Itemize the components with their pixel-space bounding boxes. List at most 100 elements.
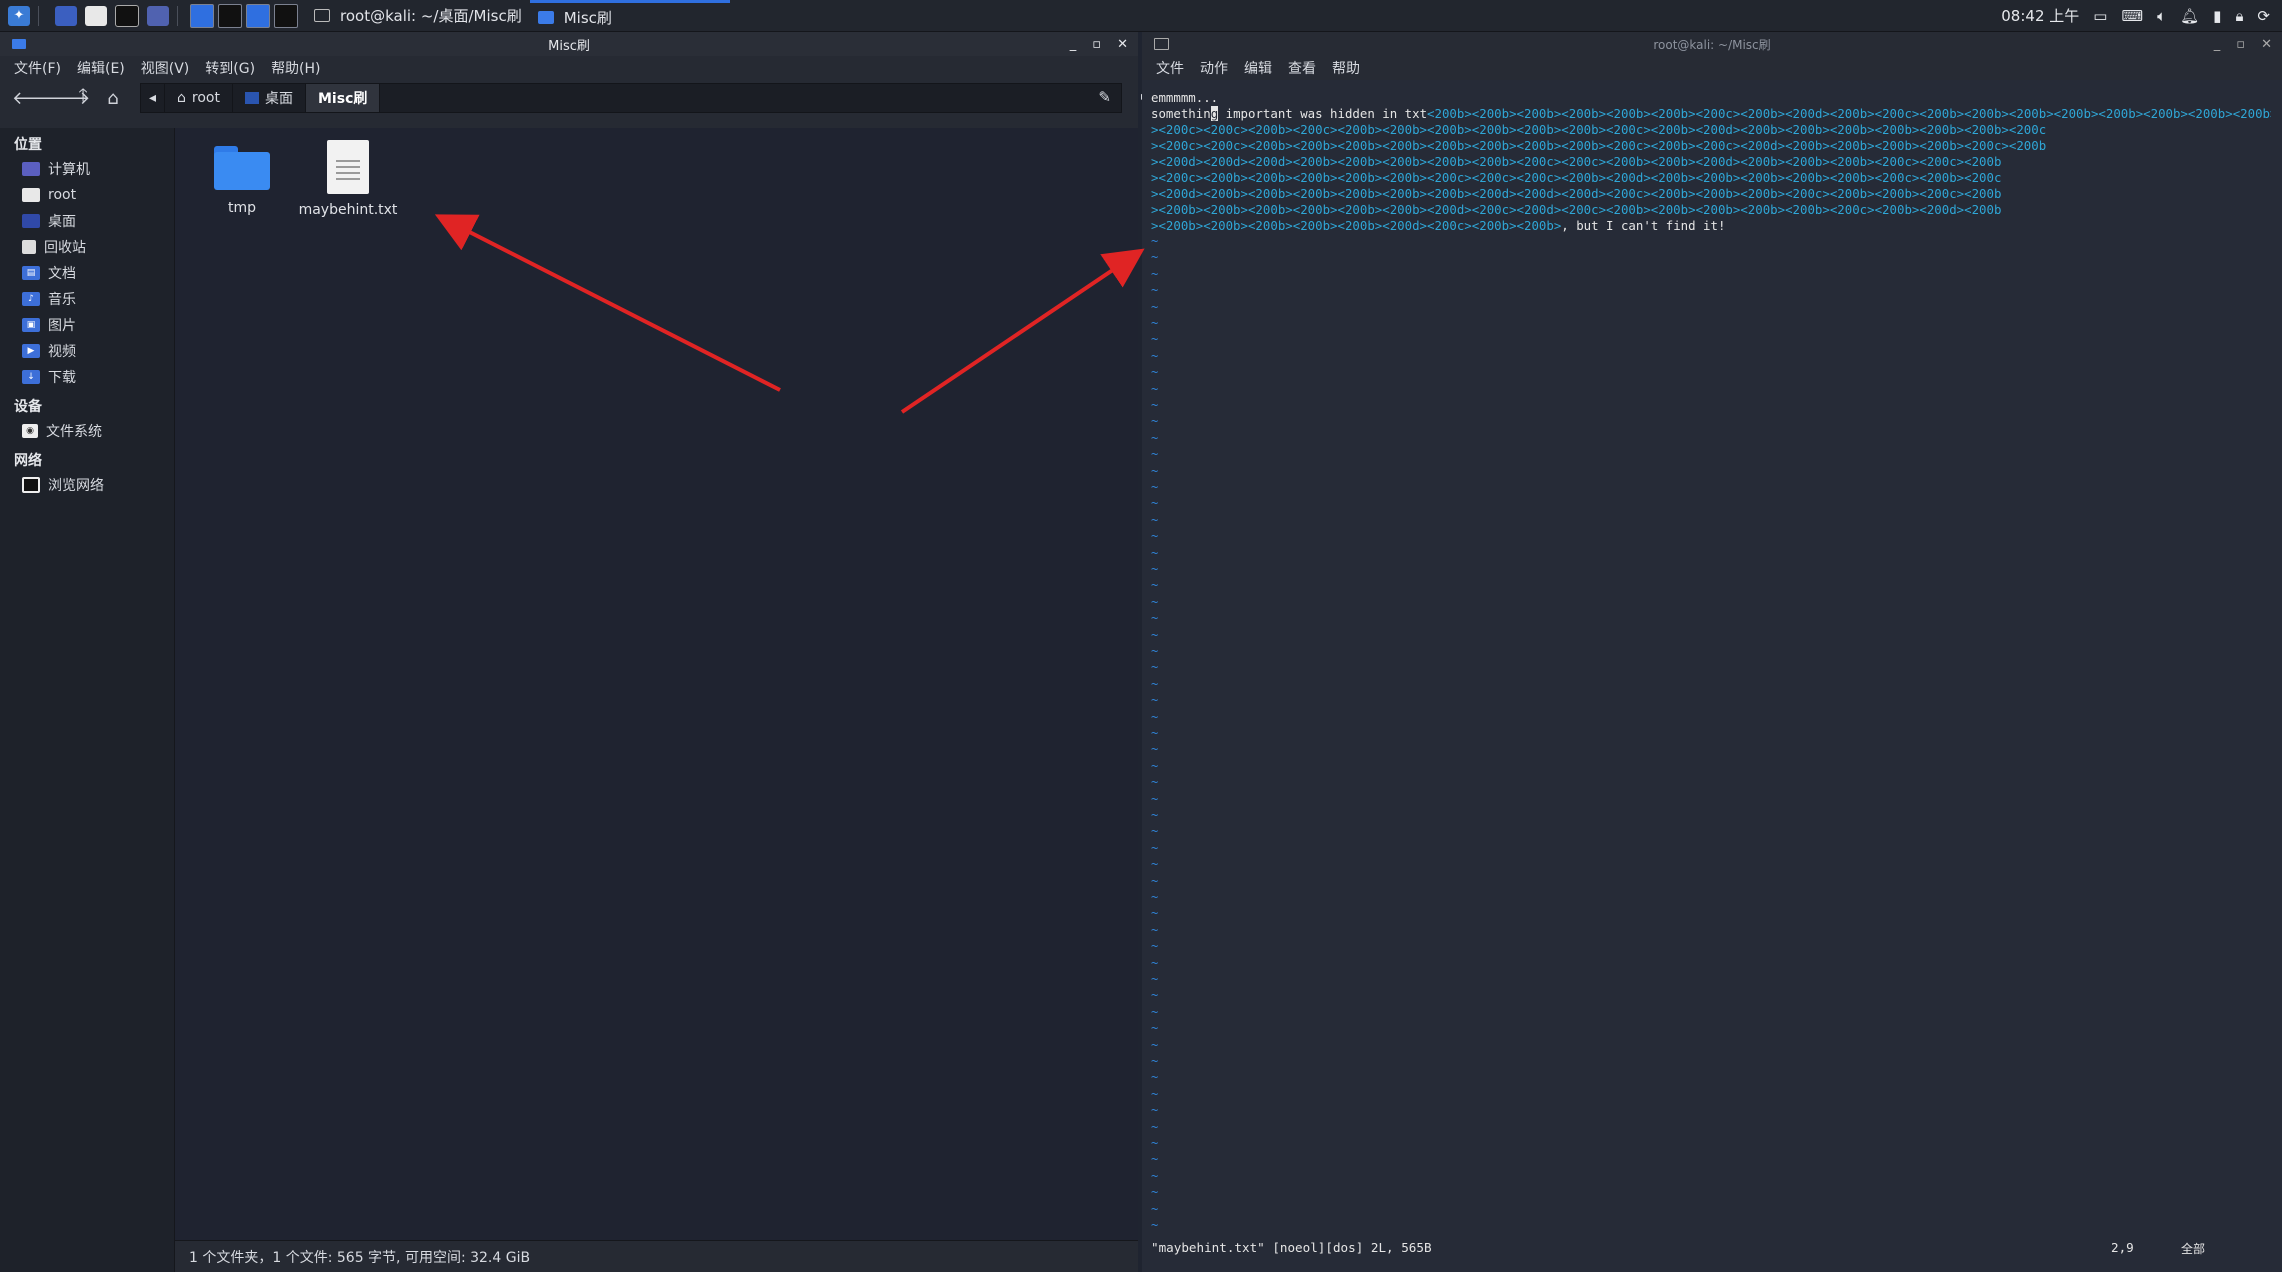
vim-tilde: ~ (1151, 414, 1159, 429)
zero-width-row: ><200d><200b><200b><200b><200b><200b><20… (1151, 186, 2002, 201)
sidebar-item-label: 下载 (48, 370, 76, 386)
sidebar-header-places: 位置 (14, 137, 42, 153)
vim-tilde: ~ (1151, 873, 1159, 888)
vim-tilde: ~ (1151, 955, 1159, 970)
crumb-desktop[interactable]: 桌面 (233, 84, 306, 112)
show-desktop-icon[interactable] (55, 5, 77, 26)
sidebar-item-filesystem[interactable]: ◉ 文件系统 (0, 418, 174, 444)
vim-tilde: ~ (1151, 545, 1159, 560)
sidebar-item-pictures[interactable]: ▣ 图片 (0, 312, 174, 338)
menu-view[interactable]: 视图(V) (141, 58, 190, 78)
vim-tilde: ~ (1151, 1004, 1159, 1019)
vim-buffer[interactable]: emmmmm... something important was hidden… (1151, 90, 2271, 234)
vim-tilde: ~ (1151, 430, 1159, 445)
sidebar-item-desktop[interactable]: 桌面 (0, 208, 174, 234)
workspace-1[interactable] (190, 3, 214, 28)
display-icon[interactable]: ▭ (2093, 7, 2107, 25)
vim-tilde: ~ (1151, 906, 1159, 921)
menu-view[interactable]: 查看 (1288, 58, 1316, 78)
file-manager-window: Misc刷 _ ▫ ✕ 文件(F) 编辑(E) 视图(V) 转到(G) 帮助(H… (0, 32, 1147, 1272)
window-titlebar[interactable]: Misc刷 _ ▫ ✕ (0, 32, 1138, 56)
menu-file[interactable]: 文件 (1156, 58, 1184, 78)
sidebar-item-downloads[interactable]: ↓ 下载 (0, 364, 174, 390)
vim-tilde: ~ (1151, 660, 1159, 675)
workspace-2[interactable] (218, 3, 242, 28)
vim-tilde: ~ (1151, 529, 1159, 544)
sidebar-item-label: 桌面 (48, 214, 76, 230)
crumb-root[interactable]: ⌂ root (165, 84, 233, 112)
sidebar-item-root[interactable]: root (0, 182, 174, 208)
sidebar-item-browse-network[interactable]: 浏览网络 (0, 472, 174, 498)
menu-file[interactable]: 文件(F) (14, 58, 61, 78)
keyboard-icon[interactable]: ⌨ (2121, 7, 2143, 25)
network-icon (22, 477, 40, 493)
vim-tilde: ~ (1151, 676, 1159, 691)
vim-tilde: ~ (1151, 1136, 1159, 1150)
lock-icon[interactable]: 🔒︎ (2235, 7, 2243, 25)
screenshot-launcher-icon[interactable] (147, 5, 169, 26)
menu-edit[interactable]: 编辑(E) (77, 58, 125, 78)
minimize-icon[interactable]: _ (1070, 37, 1077, 52)
sidebar-item-trash[interactable]: 回收站 (0, 234, 174, 260)
file-view[interactable]: tmp maybehint.txt (175, 128, 1138, 1272)
text-file-icon (327, 140, 369, 194)
vim-tilde: ~ (1151, 1218, 1159, 1232)
sidebar: 位置 计算机 root 桌面 回收站 ▤ 文档 ♪ 音乐 ▣ 图片 ▶ 视频 ↓ 下载 设… (0, 128, 175, 1272)
menu-edit[interactable]: 编辑 (1244, 58, 1272, 78)
vim-tilde: ~ (1151, 348, 1159, 363)
vim-tilde: ~ (1151, 447, 1159, 462)
menu-help[interactable]: 帮助 (1332, 58, 1360, 78)
vim-tilde: ~ (1151, 1185, 1159, 1200)
workspace-4[interactable] (274, 3, 298, 28)
edit-path-icon[interactable]: ✎ (1098, 88, 1111, 106)
sidebar-item-documents[interactable]: ▤ 文档 (0, 260, 174, 286)
vim-tilde: ~ (1151, 1037, 1159, 1052)
close-icon[interactable]: ✕ (1117, 37, 1128, 52)
path-scroll-left-icon[interactable]: ◂ (141, 84, 166, 112)
vim-tilde: ~ (1151, 857, 1159, 872)
workspace-3[interactable] (246, 3, 270, 28)
menu-help[interactable]: 帮助(H) (271, 58, 320, 78)
vim-tilde: ~ (1151, 1103, 1159, 1118)
sidebar-item-computer[interactable]: 计算机 (0, 156, 174, 182)
vim-file-info: "maybehint.txt" [noeol][dos] 2L, 565B (1151, 1240, 1432, 1255)
computer-icon (22, 162, 40, 176)
back-arrow-icon[interactable]: 🡐 (12, 88, 60, 109)
menu-actions[interactable]: 动作 (1200, 58, 1228, 78)
terminal-launcher-icon[interactable] (115, 4, 139, 27)
clock[interactable]: 08:42 上午 (2001, 5, 2079, 26)
vim-tilde: ~ (1151, 824, 1159, 839)
vim-tilde: ~ (1151, 463, 1159, 478)
sidebar-item-label: root (48, 187, 77, 203)
file-item-tmp[interactable]: tmp (187, 146, 297, 216)
vim-tilde: ~ (1151, 644, 1159, 658)
home-icon[interactable]: ⌂ (102, 88, 124, 109)
notification-bell-icon[interactable]: 🔔︎ (2180, 7, 2199, 25)
file-manager-launcher-icon[interactable] (85, 5, 107, 26)
up-arrow-icon[interactable]: 🡑 (72, 83, 94, 113)
sidebar-item-videos[interactable]: ▶ 视频 (0, 338, 174, 364)
maximize-icon[interactable]: ▫ (2236, 37, 2245, 52)
logout-icon[interactable]: ⟳ (2257, 7, 2270, 25)
crumb-misc[interactable]: Misc刷 (306, 84, 381, 112)
vim-tilde: ~ (1151, 1054, 1159, 1068)
minimize-icon[interactable]: _ (2214, 37, 2221, 52)
vim-tilde: ~ (1151, 1086, 1159, 1101)
panel-separator (177, 5, 178, 26)
sidebar-header-network: 网络 (14, 453, 42, 469)
task-file-manager[interactable]: Misc刷 (529, 0, 730, 31)
vim-tilde: ~ (1151, 480, 1159, 494)
kali-menu-icon[interactable]: ✦ (8, 5, 30, 26)
power-manager-icon[interactable]: ▮ (2213, 7, 2221, 25)
volume-icon[interactable]: 🔈︎ (2157, 7, 2166, 25)
zero-width-chars: ><200b><200b><200b><200b><200b><200d><20… (1151, 218, 1562, 233)
file-name: tmp (227, 200, 256, 216)
forward-arrow-icon[interactable]: 🡒 (42, 88, 90, 109)
window-titlebar[interactable]: root@kali: ~/Misc刷 _ ▫ ✕ (1142, 32, 2282, 56)
menu-go[interactable]: 转到(G) (205, 58, 255, 78)
close-icon[interactable]: ✕ (2261, 37, 2272, 52)
file-item-maybehint[interactable]: maybehint.txt (293, 140, 403, 218)
task-terminal[interactable]: root@kali: ~/桌面/Misc刷 (306, 0, 530, 31)
sidebar-item-music[interactable]: ♪ 音乐 (0, 286, 174, 312)
maximize-icon[interactable]: ▫ (1092, 37, 1101, 52)
